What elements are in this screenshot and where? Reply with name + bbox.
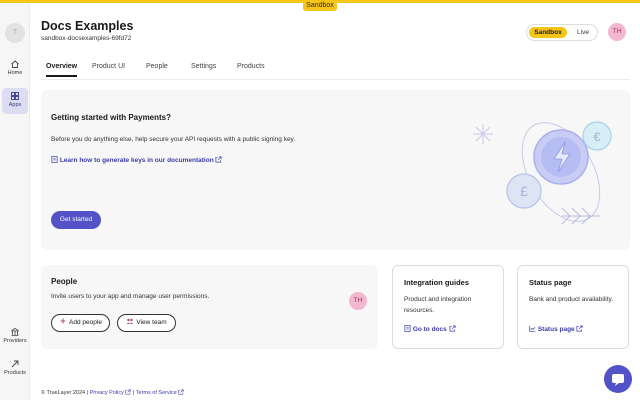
sandbox-banner: Sandbox [303, 0, 337, 11]
people-card: People Invite users to your app and mana… [41, 265, 378, 349]
external-link-icon [178, 389, 184, 395]
people-title: People [51, 277, 78, 286]
user-avatar[interactable]: TH [608, 23, 626, 41]
svg-text:€: € [594, 130, 601, 144]
external-link-icon [125, 389, 131, 395]
products-icon [11, 360, 19, 368]
status-page-description: Bank and product availability. [529, 296, 614, 303]
add-people-label: Add people [69, 319, 102, 326]
getting-started-card: Getting started with Payments? Before yo… [41, 90, 630, 250]
env-live-option[interactable]: Live [571, 27, 595, 38]
view-team-label: View team [136, 319, 167, 326]
external-link-icon [449, 325, 456, 332]
sidebar-item-label: Providers [3, 338, 27, 344]
home-icon [11, 60, 19, 68]
integration-guides-description: Product and integration resources. [404, 296, 472, 314]
view-team-button[interactable]: View team [117, 314, 176, 332]
team-icon [127, 318, 134, 324]
sidebar: T Home Apps Providers Products [0, 3, 30, 400]
tab-settings[interactable]: Settings [191, 63, 216, 75]
environment-toggle[interactable]: Sandbox Live [526, 24, 598, 41]
external-link-icon [216, 156, 222, 163]
document-icon [51, 156, 58, 163]
footer: © TrueLayer 2024 | Privacy Policy | Term… [41, 389, 184, 396]
svg-text:£: £ [520, 183, 528, 199]
sidebar-item-apps[interactable]: Apps [2, 88, 28, 114]
chart-icon [529, 325, 536, 332]
privacy-policy-link[interactable]: Privacy Policy [90, 390, 124, 396]
docs-keys-link-text[interactable]: Learn how to generate keys in our docume… [60, 157, 214, 164]
integration-guides-title: Integration guides [404, 278, 470, 287]
tab-bar: Overview Product UI People Settings Prod… [41, 57, 630, 80]
sidebar-item-label: Home [7, 70, 23, 76]
people-description: Invite users to your app and manage user… [51, 293, 210, 300]
document-icon [404, 325, 411, 332]
providers-icon [11, 328, 19, 336]
sidebar-item-label: Products [4, 370, 26, 376]
external-link-icon [576, 325, 583, 332]
sidebar-item-products[interactable]: Products [2, 356, 28, 382]
chat-icon [612, 374, 624, 386]
tab-products[interactable]: Products [237, 63, 265, 75]
copyright-text: © TrueLayer 2024 | [41, 390, 89, 396]
app-logo[interactable]: T [5, 23, 25, 43]
status-page-link-text[interactable]: Status page [538, 326, 575, 333]
team-member-avatar: TH [349, 292, 367, 310]
tab-people[interactable]: People [146, 63, 168, 75]
status-page-link[interactable]: Status page [529, 325, 583, 333]
footer-separator: | [132, 390, 135, 396]
getting-started-description: Before you do anything else, help secure… [51, 136, 296, 143]
page-title: Docs Examples [41, 19, 134, 33]
go-to-docs-text[interactable]: Go to docs [413, 326, 447, 333]
tab-product-ui[interactable]: Product UI [92, 63, 125, 75]
integration-guides-card: Integration guides Product and integrati… [392, 265, 504, 349]
sidebar-item-home[interactable]: Home [2, 56, 28, 82]
plus-icon [60, 318, 66, 324]
status-page-title: Status page [529, 278, 572, 287]
payments-illustration: £ € [473, 121, 612, 224]
go-to-docs-link[interactable]: Go to docs [404, 325, 456, 333]
app-id: sandbox-docsexamples-69fd72 [41, 35, 132, 42]
status-page-card: Status page Bank and product availabilit… [517, 265, 629, 349]
docs-keys-link[interactable]: Learn how to generate keys in our docume… [51, 156, 222, 164]
getting-started-title: Getting started with Payments? [51, 113, 172, 122]
env-sandbox-option[interactable]: Sandbox [529, 27, 567, 38]
sidebar-item-providers[interactable]: Providers [2, 324, 28, 350]
add-people-button[interactable]: Add people [51, 314, 110, 332]
sidebar-item-label: Apps [8, 102, 22, 108]
apps-icon [11, 92, 19, 100]
tab-overview[interactable]: Overview [46, 63, 78, 77]
terms-of-service-link[interactable]: Terms of Service [136, 390, 177, 396]
get-started-button[interactable]: Get started [51, 211, 101, 229]
chat-button[interactable] [604, 365, 632, 393]
